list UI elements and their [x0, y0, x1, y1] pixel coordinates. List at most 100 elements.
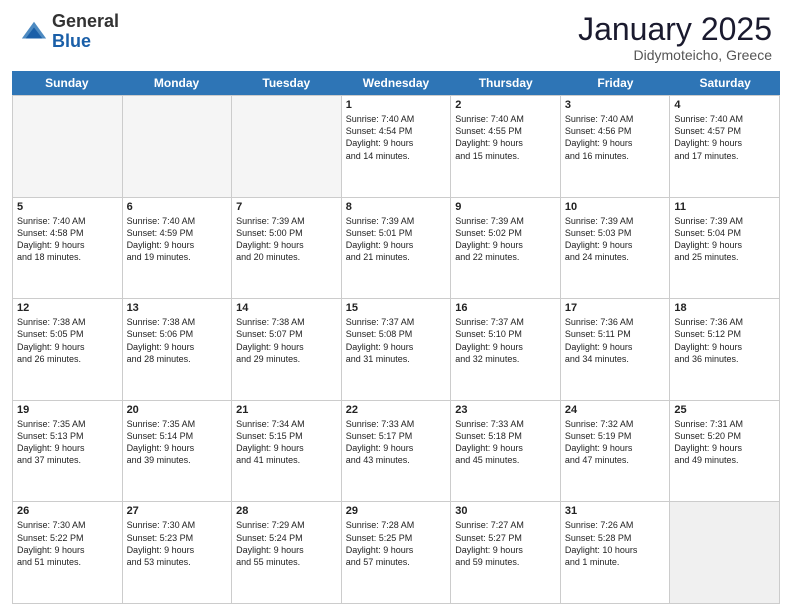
cell-info-line: Sunset: 5:05 PM: [17, 328, 118, 340]
day-number: 13: [127, 302, 228, 314]
cell-info-line: Sunset: 5:12 PM: [674, 328, 775, 340]
cell-info-line: Daylight: 9 hours: [346, 341, 447, 353]
cell-info-line: Daylight: 9 hours: [455, 341, 556, 353]
cell-info-line: Sunrise: 7:39 AM: [565, 215, 666, 227]
day-cell-30: 30Sunrise: 7:27 AMSunset: 5:27 PMDayligh…: [451, 502, 561, 603]
day-cell-15: 15Sunrise: 7:37 AMSunset: 5:08 PMDayligh…: [342, 299, 452, 400]
cell-info-line: Daylight: 9 hours: [236, 442, 337, 454]
cell-info-line: and 57 minutes.: [346, 556, 447, 568]
cell-info-line: Sunrise: 7:30 AM: [127, 519, 228, 531]
day-cell-3: 3Sunrise: 7:40 AMSunset: 4:56 PMDaylight…: [561, 96, 671, 197]
cell-info-line: Daylight: 9 hours: [346, 544, 447, 556]
cell-info-line: Sunset: 5:10 PM: [455, 328, 556, 340]
cell-info-line: Sunrise: 7:35 AM: [127, 418, 228, 430]
calendar: SundayMondayTuesdayWednesdayThursdayFrid…: [12, 71, 780, 604]
cell-info-line: Sunset: 5:17 PM: [346, 430, 447, 442]
cell-info-line: Sunrise: 7:28 AM: [346, 519, 447, 531]
day-number: 21: [236, 404, 337, 416]
cell-info-line: Sunrise: 7:33 AM: [346, 418, 447, 430]
cell-info-line: Sunrise: 7:37 AM: [455, 316, 556, 328]
cell-info-line: Sunrise: 7:40 AM: [565, 113, 666, 125]
cell-info-line: Daylight: 9 hours: [455, 442, 556, 454]
cell-info-line: Sunset: 5:28 PM: [565, 532, 666, 544]
day-cell-31: 31Sunrise: 7:26 AMSunset: 5:28 PMDayligh…: [561, 502, 671, 603]
day-cell-18: 18Sunrise: 7:36 AMSunset: 5:12 PMDayligh…: [670, 299, 780, 400]
cell-info-line: Sunrise: 7:39 AM: [674, 215, 775, 227]
day-number: 6: [127, 201, 228, 213]
cell-info-line: Sunset: 5:11 PM: [565, 328, 666, 340]
cell-info-line: Daylight: 9 hours: [455, 137, 556, 149]
cell-info-line: Sunset: 5:18 PM: [455, 430, 556, 442]
cell-info-line: Sunset: 5:04 PM: [674, 227, 775, 239]
header-day-friday: Friday: [561, 71, 671, 95]
cell-info-line: and 41 minutes.: [236, 454, 337, 466]
cell-info-line: Daylight: 9 hours: [236, 239, 337, 251]
cell-info-line: Sunset: 5:14 PM: [127, 430, 228, 442]
day-number: 18: [674, 302, 775, 314]
day-cell-9: 9Sunrise: 7:39 AMSunset: 5:02 PMDaylight…: [451, 198, 561, 299]
cell-info-line: Sunset: 5:15 PM: [236, 430, 337, 442]
day-cell-21: 21 Sunrise: 7:34 AMSunset: 5:15 PMDayligh…: [232, 401, 342, 502]
cell-info-line: Sunset: 5:00 PM: [236, 227, 337, 239]
cell-info-line: and 29 minutes.: [236, 353, 337, 365]
cell-info-line: Daylight: 9 hours: [236, 544, 337, 556]
header-day-monday: Monday: [122, 71, 232, 95]
cell-info-line: and 26 minutes.: [17, 353, 118, 365]
cell-info-line: Sunrise: 7:39 AM: [236, 215, 337, 227]
day-number: 2: [455, 99, 556, 111]
day-cell-6: 6Sunrise: 7:40 AMSunset: 4:59 PMDaylight…: [123, 198, 233, 299]
cell-info-line: Sunrise: 7:38 AM: [17, 316, 118, 328]
day-number: 25: [674, 404, 775, 416]
cell-info-line: Daylight: 9 hours: [674, 239, 775, 251]
day-number: 9: [455, 201, 556, 213]
day-cell-25: 25Sunrise: 7:31 AMSunset: 5:20 PMDayligh…: [670, 401, 780, 502]
cell-info-line: and 17 minutes.: [674, 150, 775, 162]
day-cell-27: 27Sunrise: 7:30 AMSunset: 5:23 PMDayligh…: [123, 502, 233, 603]
cell-info-line: Sunrise: 7:34 AM: [236, 418, 337, 430]
month-title: January 2025: [578, 12, 772, 47]
day-number: 26: [17, 505, 118, 517]
empty-cell-0-0: [13, 96, 123, 197]
day-cell-16: 16Sunrise: 7:37 AMSunset: 5:10 PMDayligh…: [451, 299, 561, 400]
logo: General Blue: [20, 12, 119, 52]
header: General Blue January 2025 Didymoteicho, …: [0, 0, 792, 71]
day-cell-5: 5Sunrise: 7:40 AMSunset: 4:58 PMDaylight…: [13, 198, 123, 299]
cell-info-line: Sunset: 5:22 PM: [17, 532, 118, 544]
cell-info-line: Sunrise: 7:40 AM: [127, 215, 228, 227]
day-number: 30: [455, 505, 556, 517]
cell-info-line: Daylight: 9 hours: [565, 239, 666, 251]
cell-info-line: Sunrise: 7:38 AM: [127, 316, 228, 328]
page: General Blue January 2025 Didymoteicho, …: [0, 0, 792, 612]
cell-info-line: and 28 minutes.: [127, 353, 228, 365]
cell-info-line: Daylight: 9 hours: [346, 137, 447, 149]
cell-info-line: Sunrise: 7:37 AM: [346, 316, 447, 328]
cell-info-line: Sunset: 5:03 PM: [565, 227, 666, 239]
cell-info-line: Daylight: 9 hours: [17, 341, 118, 353]
cell-info-line: Sunset: 5:20 PM: [674, 430, 775, 442]
cell-info-line: and 19 minutes.: [127, 251, 228, 263]
cell-info-line: and 16 minutes.: [565, 150, 666, 162]
day-number: 1: [346, 99, 447, 111]
day-cell-17: 17Sunrise: 7:36 AMSunset: 5:11 PMDayligh…: [561, 299, 671, 400]
cell-info-line: Daylight: 9 hours: [565, 442, 666, 454]
cell-info-line: Daylight: 9 hours: [674, 341, 775, 353]
empty-cell-0-2: [232, 96, 342, 197]
cell-info-line: and 1 minute.: [565, 556, 666, 568]
cell-info-line: Sunrise: 7:31 AM: [674, 418, 775, 430]
cell-info-line: Sunset: 5:27 PM: [455, 532, 556, 544]
day-number: 22: [346, 404, 447, 416]
week-row-2: 5Sunrise: 7:40 AMSunset: 4:58 PMDaylight…: [12, 197, 780, 299]
cell-info-line: and 53 minutes.: [127, 556, 228, 568]
cell-info-line: Daylight: 10 hours: [565, 544, 666, 556]
cell-info-line: Sunset: 5:23 PM: [127, 532, 228, 544]
cell-info-line: and 20 minutes.: [236, 251, 337, 263]
day-cell-8: 8Sunrise: 7:39 AMSunset: 5:01 PMDaylight…: [342, 198, 452, 299]
header-day-tuesday: Tuesday: [231, 71, 341, 95]
day-number: 19: [17, 404, 118, 416]
logo-blue-text: Blue: [52, 31, 91, 51]
day-number: 5: [17, 201, 118, 213]
week-row-1: 1Sunrise: 7:40 AMSunset: 4:54 PMDaylight…: [12, 95, 780, 197]
location: Didymoteicho, Greece: [578, 47, 772, 63]
day-cell-7: 7Sunrise: 7:39 AMSunset: 5:00 PMDaylight…: [232, 198, 342, 299]
header-day-thursday: Thursday: [451, 71, 561, 95]
